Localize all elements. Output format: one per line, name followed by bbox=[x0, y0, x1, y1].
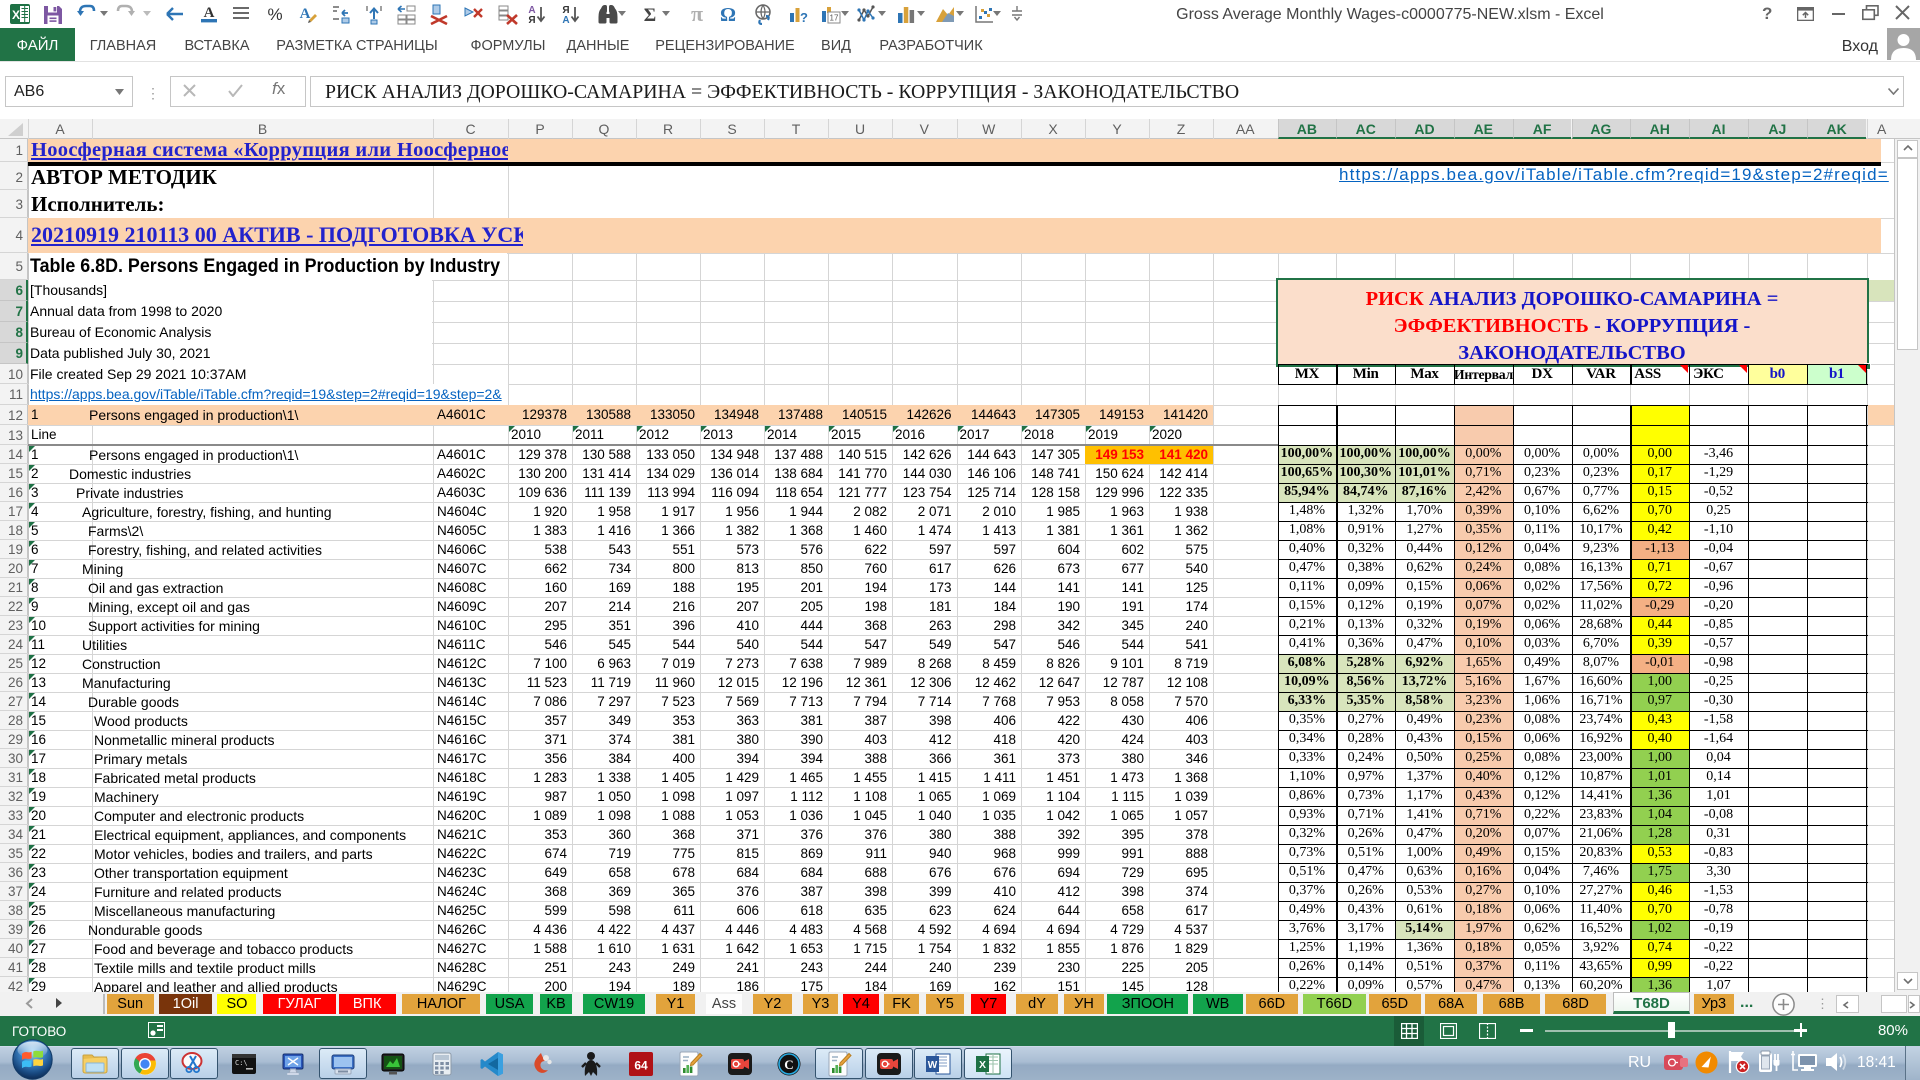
svg-text:Я: Я bbox=[529, 15, 536, 25]
svg-text:64: 64 bbox=[634, 1059, 648, 1073]
svg-text:π: π bbox=[691, 3, 703, 25]
svg-text:?: ? bbox=[800, 10, 808, 25]
svg-text:Ω: Ω bbox=[720, 4, 736, 25]
svg-text:C:\: C:\ bbox=[235, 1059, 248, 1067]
svg-text:17: 17 bbox=[829, 14, 838, 23]
svg-text:A: A bbox=[203, 5, 214, 21]
svg-text:W: W bbox=[928, 1060, 938, 1071]
svg-text:C: C bbox=[785, 1057, 794, 1072]
svg-text:X: X bbox=[979, 1059, 986, 1071]
svg-text:X: X bbox=[12, 8, 20, 22]
svg-text:Σ: Σ bbox=[644, 5, 656, 25]
svg-text:A: A bbox=[300, 6, 311, 22]
svg-text:А: А bbox=[562, 15, 569, 25]
svg-text:%: % bbox=[267, 5, 282, 24]
